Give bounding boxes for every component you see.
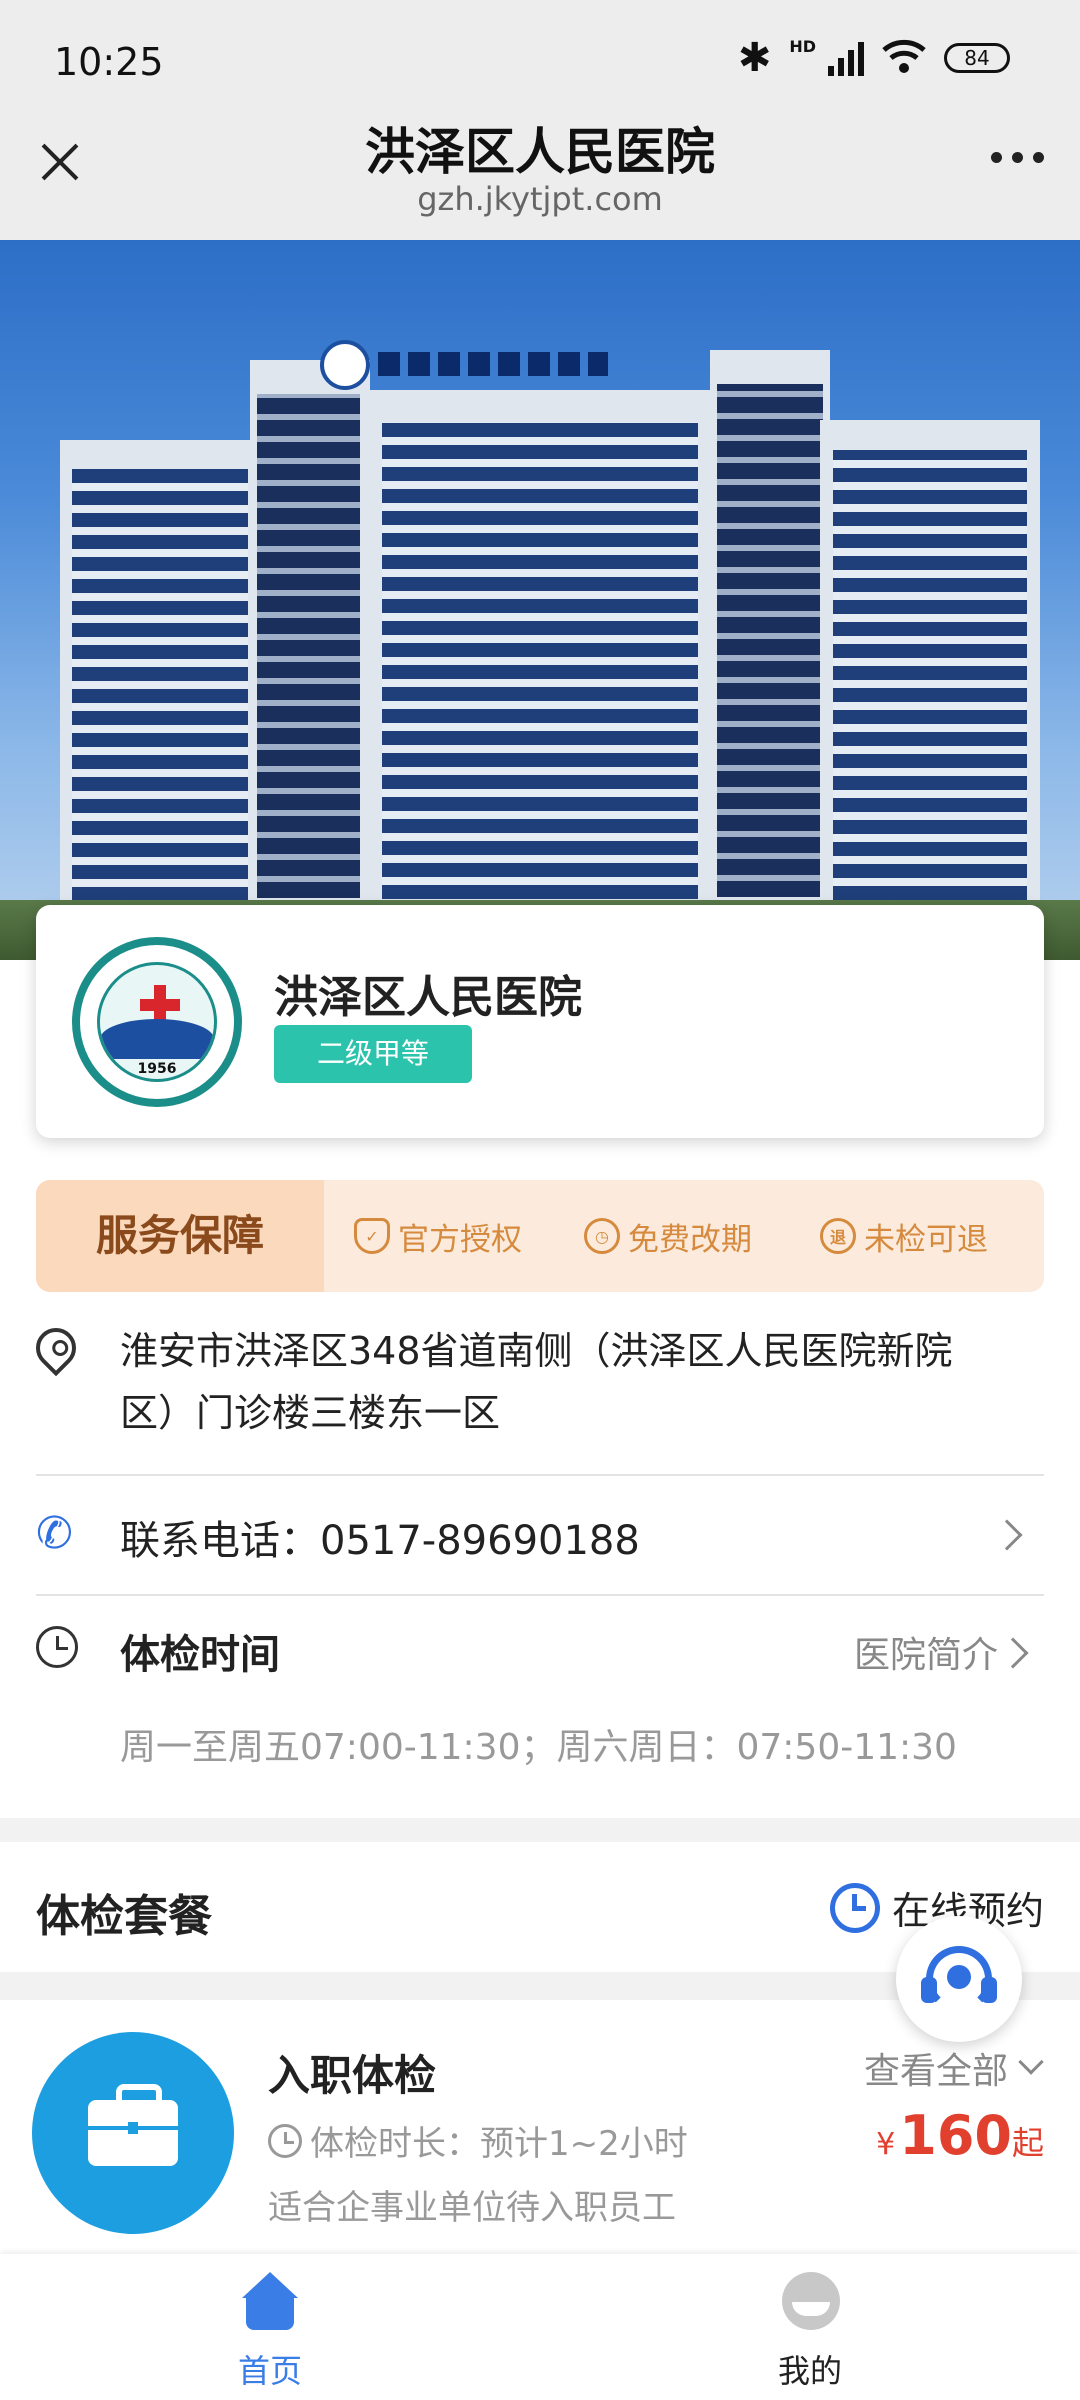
more-menu-icon[interactable] — [991, 152, 1044, 163]
package-name: 入职体检 — [268, 2051, 437, 2100]
chevron-right-icon — [991, 1519, 1023, 1551]
headset-icon — [921, 1946, 997, 2012]
tab-mine[interactable]: 我的 — [540, 2254, 1080, 2400]
service-item-official: ✓ 官方授权 — [354, 1180, 522, 1292]
address-row[interactable]: 淮安市洪泽区348省道南侧（洪泽区人民医院新院 区）门诊楼三楼东一区 — [27, 1319, 1044, 1470]
phone-label: 联系电话：0517-89690188 — [120, 1518, 640, 1564]
hospital-intro-link[interactable]: 医院简介 — [854, 1626, 998, 1678]
hospital-banner-image — [0, 240, 1080, 960]
title-bar: 洪泽区人民医院 gzh.jkytjpt.com — [0, 92, 1080, 240]
tab-home-label: 首页 — [237, 2352, 302, 2390]
tab-mine-label: 我的 — [777, 2352, 842, 2390]
phone-row[interactable]: ✆ 联系电话：0517-89690188 — [36, 1476, 1044, 1592]
view-all-button[interactable]: 查看全部 — [864, 2042, 1044, 2094]
tab-home[interactable]: 首页 — [0, 2254, 540, 2400]
clock-icon — [829, 1882, 880, 1933]
user-avatar-icon — [782, 2272, 840, 2330]
status-icons: ✱ HD 84 — [737, 35, 1010, 81]
service-item-reschedule: ◷ 免费改期 — [584, 1180, 752, 1292]
refund-icon: 退 — [820, 1218, 856, 1254]
battery-indicator: 84 — [944, 43, 1010, 73]
package-duration: 体检时长：预计1~2小时 — [268, 2116, 688, 2165]
hospital-info-card: 1956 洪泽区人民医院 二级甲等 — [36, 905, 1044, 1138]
package-price: ¥ 160 起 — [876, 2104, 1044, 2167]
section-gap — [0, 1818, 1080, 1842]
exam-time-label: 体检时间 — [120, 1632, 280, 1678]
home-icon — [242, 2272, 298, 2330]
customer-service-button[interactable] — [896, 1916, 1022, 2042]
page-url: gzh.jkytjpt.com — [417, 180, 663, 218]
wifi-icon — [882, 38, 926, 78]
service-guarantee-title: 服务保障 — [36, 1180, 324, 1292]
service-item-refund: 退 未检可退 — [820, 1180, 988, 1292]
packages-title: 体检套餐 — [36, 1891, 212, 1942]
building-sign-logo — [320, 340, 620, 390]
hospital-logo: 1956 — [72, 937, 242, 1107]
clock-icon — [268, 2123, 302, 2158]
signal-icon — [828, 40, 864, 76]
chevron-right-icon[interactable] — [997, 1637, 1029, 1669]
status-time: 10:25 — [54, 40, 164, 84]
bottom-tab-bar: 首页 我的 — [0, 2254, 1080, 2400]
phone-icon: ✆ — [36, 1508, 73, 1559]
page-title: 洪泽区人民医院 — [365, 123, 715, 181]
hospital-name: 洪泽区人民医院 — [274, 972, 582, 1023]
clock-icon: ◷ — [584, 1218, 620, 1254]
briefcase-icon — [32, 2032, 234, 2234]
clock-icon — [36, 1626, 78, 1668]
exam-hours-text: 周一至周五07:00-11:30；周六周日：07:50-11:30 — [120, 1727, 957, 1768]
location-pin-icon — [27, 1319, 85, 1377]
exam-time-row: 体检时间 医院简介 周一至周五07:00-11:30；周六周日：07:50-11… — [36, 1596, 1044, 1796]
package-card[interactable]: 入职体检 查看全部 体检时长：预计1~2小时 ¥ 160 起 适合企事业单位待入… — [0, 2000, 1080, 2254]
shield-check-icon: ✓ — [354, 1218, 390, 1254]
hospital-grade-badge: 二级甲等 — [274, 1025, 472, 1083]
service-guarantee-bar: 服务保障 ✓ 官方授权 ◷ 免费改期 退 未检可退 — [36, 1180, 1044, 1292]
bluetooth-icon: ✱ — [737, 35, 772, 81]
address-text: 淮安市洪泽区348省道南侧（洪泽区人民医院新院 区）门诊楼三楼东一区 — [120, 1329, 953, 1435]
package-description: 适合企事业单位待入职员工 — [268, 2188, 676, 2228]
chevron-down-icon — [1018, 2049, 1044, 2075]
hd-label: HD — [789, 36, 816, 56]
